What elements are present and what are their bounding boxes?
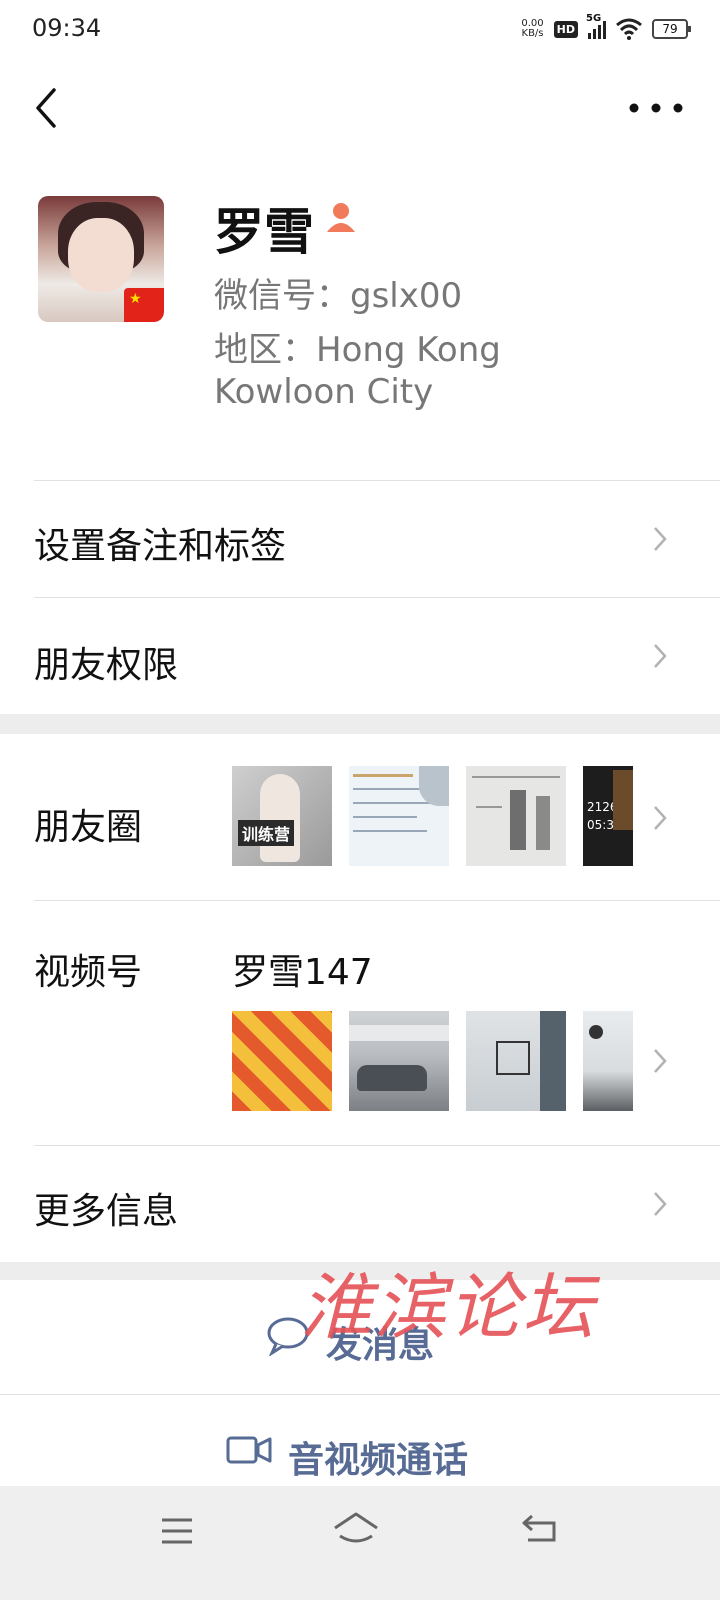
moments-thumbnail: 训练营: [232, 766, 332, 866]
channels-name: 罗雪147: [232, 952, 373, 993]
avatar[interactable]: [38, 196, 164, 322]
hd-badge: HD: [553, 20, 578, 38]
row-remark-tags[interactable]: 设置备注和标签: [0, 481, 720, 597]
av-call-button[interactable]: 音视频通话: [0, 1395, 720, 1486]
thumbnail-caption: 训练营: [238, 820, 295, 846]
more-dots-icon[interactable]: [626, 96, 686, 120]
china-flag-icon: [124, 288, 164, 322]
signal-icon: 5G: [586, 13, 606, 39]
home-icon[interactable]: [332, 1510, 380, 1546]
system-nav-bar: [0, 1486, 720, 1600]
chevron-right-icon: [654, 806, 667, 830]
av-call-label: 音视频通话: [288, 1440, 469, 1481]
wechat-id: 微信号：gslx00: [214, 276, 463, 316]
chevron-right-icon: [654, 644, 667, 668]
channels-thumbnail: [349, 1011, 449, 1111]
watermark: 淮滨论坛: [300, 1265, 597, 1349]
menu-icon[interactable]: [160, 1516, 194, 1546]
region-line1: 地区：Hong Kong: [214, 330, 501, 370]
channels-thumbnail: [583, 1011, 633, 1111]
more-info-label: 更多信息: [34, 1191, 179, 1232]
moments-label: 朋友圈: [34, 807, 143, 848]
channels-thumbnail: [466, 1011, 566, 1111]
profile-name: 罗雪: [214, 203, 314, 261]
net-speed-unit: KB/s: [521, 28, 544, 39]
battery-icon: 79: [652, 19, 691, 39]
channels-thumbnail: [232, 1011, 332, 1111]
chevron-right-icon: [654, 1049, 667, 1073]
female-contact-icon: [327, 203, 355, 232]
video-call-icon: [226, 1436, 272, 1464]
wifi-icon: [616, 18, 642, 40]
network-type: 5G: [586, 13, 602, 24]
row-friend-permissions[interactable]: 朋友权限: [0, 598, 720, 714]
moments-thumbnail: 2126 05:34: [583, 766, 633, 866]
chevron-right-icon: [654, 1192, 667, 1216]
moments-thumbnail: [349, 766, 449, 866]
status-time: 09:34: [32, 14, 102, 42]
back-nav-icon[interactable]: [520, 1512, 558, 1544]
section-gap: [0, 714, 720, 734]
row-more-info[interactable]: 更多信息: [0, 1146, 720, 1262]
net-speed: 0.00 KB/s: [521, 19, 543, 39]
remark-tags-label: 设置备注和标签: [34, 526, 287, 567]
chevron-right-icon: [654, 527, 667, 551]
moments-thumbnail: [466, 766, 566, 866]
channels-label: 视频号: [34, 952, 143, 993]
back-icon[interactable]: [30, 86, 70, 130]
row-moments[interactable]: 朋友圈 训练营 2126 05:34: [0, 734, 720, 900]
friend-permissions-label: 朋友权限: [34, 645, 179, 686]
status-icons: 0.00 KB/s HD 5G 79: [521, 13, 691, 44]
region-line2: Kowloon City: [214, 372, 434, 412]
row-channels[interactable]: 视频号 罗雪147: [0, 901, 720, 1145]
